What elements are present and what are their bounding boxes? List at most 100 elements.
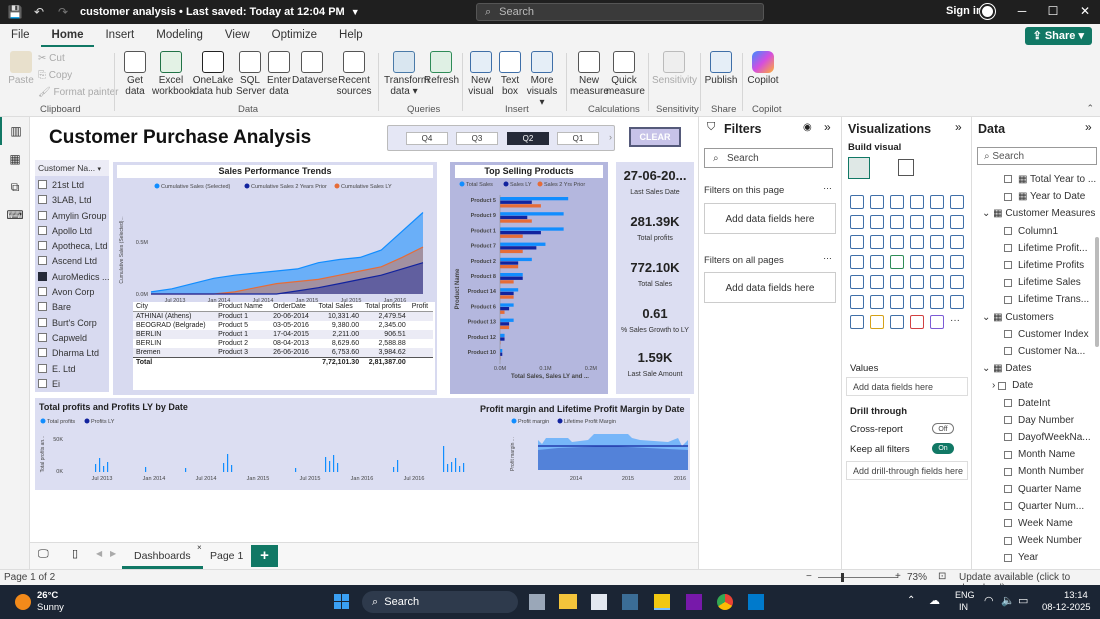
bar[interactable]: [500, 280, 514, 284]
line-stacked-visual-icon[interactable]: [870, 235, 884, 249]
slicer-item[interactable]: Burt's Corp: [38, 316, 109, 331]
bar[interactable]: [227, 454, 229, 472]
data-field-item[interactable]: Year: [972, 549, 1097, 566]
qa-visual-icon[interactable]: [910, 295, 924, 309]
checkbox[interactable]: [38, 180, 47, 189]
search-input[interactable]: ⌕ Search: [476, 3, 764, 21]
line-column-visual-icon[interactable]: [850, 235, 864, 249]
collapse-pane-icon[interactable]: »: [824, 120, 831, 134]
decomposition-visual-icon[interactable]: [890, 295, 904, 309]
checkbox[interactable]: [1004, 450, 1012, 459]
checkbox[interactable]: [1004, 295, 1012, 304]
power-automate-visual-icon[interactable]: [890, 315, 904, 329]
transform-data-button[interactable]: Transform data ▾: [384, 51, 429, 97]
eye-icon[interactable]: ◉: [803, 122, 812, 133]
data-field-item[interactable]: Month Name: [972, 446, 1097, 463]
zoom-out-button[interactable]: −: [806, 571, 812, 582]
speaker-icon[interactable]: 🔈: [1001, 594, 1015, 607]
bar[interactable]: [397, 460, 399, 472]
menu-modeling[interactable]: Modeling: [145, 24, 214, 47]
bar[interactable]: [443, 446, 445, 472]
checkbox[interactable]: [38, 378, 47, 388]
table-row[interactable]: BERLIN Product 1 17-04-2015 2,211.00 906.51: [133, 330, 433, 339]
chevron-up-icon[interactable]: ⌃: [907, 595, 915, 606]
zoom-slider[interactable]: [818, 577, 898, 578]
data-field-item[interactable]: Quarter Num...: [972, 498, 1097, 515]
bar[interactable]: [145, 467, 147, 472]
checkbox[interactable]: [1004, 553, 1012, 562]
model-view-icon[interactable]: ⧉: [0, 173, 30, 201]
donut-visual-icon[interactable]: [930, 235, 944, 249]
more-visual-icon[interactable]: ···: [950, 315, 964, 329]
clock-date[interactable]: 08-12-2025: [1042, 602, 1091, 613]
slicer-item[interactable]: Bare: [38, 300, 109, 315]
chevron-down-icon[interactable]: ⌄: [982, 363, 993, 374]
chevron-right-icon[interactable]: ›: [609, 132, 612, 142]
area-series[interactable]: [538, 446, 688, 470]
margin-chart[interactable]: Profit margin Lifetime Profit Margin Profi…: [468, 410, 690, 490]
ribbon-data-item-1[interactable]: Excel workbook: [152, 51, 195, 97]
gauge-visual-icon[interactable]: [930, 255, 944, 269]
trophy-visual-icon[interactable]: [870, 315, 884, 329]
chevron-down-icon[interactable]: ▼: [351, 7, 360, 17]
multi-row-card-visual-icon[interactable]: [870, 275, 884, 289]
cloud-icon[interactable]: ☁: [929, 594, 940, 607]
checkbox[interactable]: [38, 195, 47, 205]
bar[interactable]: [500, 318, 514, 322]
collapse-pane-icon[interactable]: »: [955, 120, 962, 134]
table-row[interactable]: BEOGRAD (Belgrade) Product 5 03-05-2016 9,3…: [133, 321, 433, 330]
table-row[interactable]: BERLIN Product 2 08-04-2013 8,629.60 2,588.8…: [133, 339, 433, 348]
clear-button[interactable]: CLEAR: [629, 127, 681, 147]
paste-button[interactable]: Paste: [6, 51, 36, 86]
paginated-visual-icon[interactable]: [950, 295, 964, 309]
bar[interactable]: [451, 462, 453, 472]
more-visuals-button[interactable]: More visuals ▾: [524, 51, 560, 108]
tab-dashboards[interactable]: Dashboards ×: [122, 543, 203, 569]
quarter-button-q4[interactable]: Q4: [406, 132, 448, 145]
mobile-layout-icon[interactable]: ▯: [72, 547, 78, 560]
onenote-icon[interactable]: [686, 594, 702, 610]
bar[interactable]: [500, 310, 505, 314]
page-filter-drop-zone[interactable]: Add data fields here: [704, 203, 836, 234]
column-header[interactable]: OrderDate: [270, 302, 316, 312]
avatar[interactable]: [980, 4, 995, 19]
data-field-item[interactable]: Week Name: [972, 515, 1097, 532]
chevron-down-icon[interactable]: ⌄: [982, 312, 993, 323]
checkbox[interactable]: [1004, 519, 1012, 528]
python-visual-visual-icon[interactable]: [850, 295, 864, 309]
bar[interactable]: [107, 462, 109, 472]
more-options-icon[interactable]: …: [823, 251, 832, 261]
bar[interactable]: [500, 352, 503, 356]
data-field-item[interactable]: Day Number: [972, 412, 1097, 429]
data-field-item[interactable]: DayofWeekNa...: [972, 429, 1097, 446]
signin-button[interactable]: Sign in: [946, 5, 983, 17]
bar[interactable]: [325, 457, 327, 472]
new-visual-button[interactable]: New visual: [466, 51, 496, 97]
chevron-down-icon[interactable]: ⌄: [982, 208, 993, 219]
taskbar-search[interactable]: ⌕ Search: [362, 591, 518, 613]
checkbox[interactable]: [1004, 467, 1012, 476]
kpi-visual-icon[interactable]: [850, 275, 864, 289]
save-icon[interactable]: 💾: [6, 5, 24, 19]
refresh-button[interactable]: Refresh: [424, 51, 459, 86]
sales-table[interactable]: City Product Name OrderDate Total Sales Tota…: [133, 302, 435, 390]
bar[interactable]: [500, 322, 510, 326]
data-field-item[interactable]: Lifetime Profit...: [972, 240, 1097, 257]
data-field-item[interactable]: Lifetime Profits: [972, 257, 1097, 274]
bar[interactable]: [500, 204, 541, 208]
data-table-item[interactable]: ⌄ ▦ Dates: [972, 360, 1097, 377]
ribbon-data-item-3[interactable]: SQL Server: [236, 51, 265, 97]
data-table-item[interactable]: ⌄ ▦ Customers: [972, 309, 1097, 326]
data-field-item[interactable]: Lifetime Trans...: [972, 291, 1097, 308]
r-visual-visual-icon[interactable]: [950, 275, 964, 289]
stacked-bar-visual-icon[interactable]: [850, 195, 864, 209]
slicer-item[interactable]: Ascend Ltd: [38, 254, 109, 269]
data-table-item[interactable]: ⌄ ▦ Customer Measures: [972, 205, 1097, 222]
checkbox[interactable]: [998, 381, 1007, 390]
checkbox[interactable]: [38, 332, 47, 342]
checkbox[interactable]: [1004, 244, 1012, 253]
slicer-item[interactable]: AuroMedics ...: [38, 270, 109, 285]
values-drop-zone[interactable]: Add data fields here: [846, 377, 968, 396]
checkbox[interactable]: [38, 317, 47, 327]
data-field-item[interactable]: › Date: [972, 377, 1097, 394]
